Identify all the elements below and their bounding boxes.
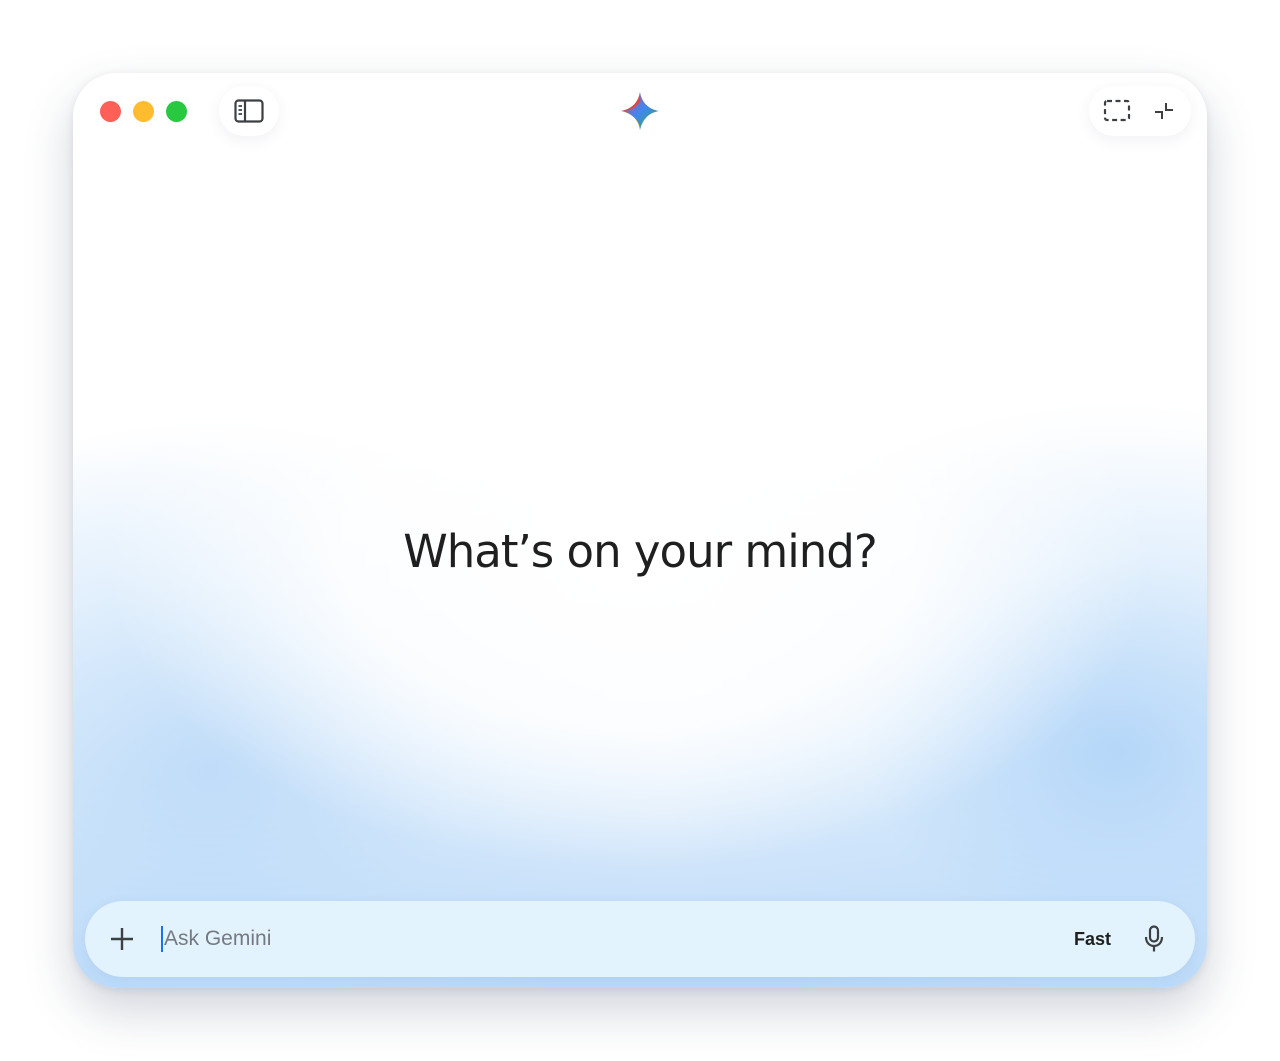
ask-gemini-input[interactable] <box>157 927 1074 951</box>
screen-capture-button[interactable] <box>1097 91 1137 131</box>
microphone-icon <box>1144 925 1164 952</box>
collapse-arrows-icon <box>1154 103 1173 119</box>
add-attachment-button[interactable] <box>105 922 139 956</box>
minimize-window-button[interactable] <box>133 101 154 122</box>
voice-input-button[interactable] <box>1139 922 1169 956</box>
zoom-window-button[interactable] <box>166 101 187 122</box>
gemini-sparkle-icon <box>621 92 659 130</box>
prompt-input-wrapper <box>157 919 1074 959</box>
page-title: What’s on your mind? <box>403 525 877 578</box>
prompt-composer: Fast <box>85 901 1195 977</box>
plus-icon <box>111 928 133 950</box>
close-window-button[interactable] <box>100 101 121 122</box>
sidebar-panel-icon <box>234 99 264 123</box>
text-caret <box>161 926 163 952</box>
sidebar-toggle-button[interactable] <box>219 86 279 136</box>
window-controls <box>100 101 187 122</box>
dashed-frame-icon <box>1103 99 1130 122</box>
collapse-button[interactable] <box>1144 91 1184 131</box>
app-window: What’s on your mind? Fast <box>73 73 1207 988</box>
model-mode-selector[interactable]: Fast <box>1074 929 1111 950</box>
window-actions <box>1089 86 1191 136</box>
